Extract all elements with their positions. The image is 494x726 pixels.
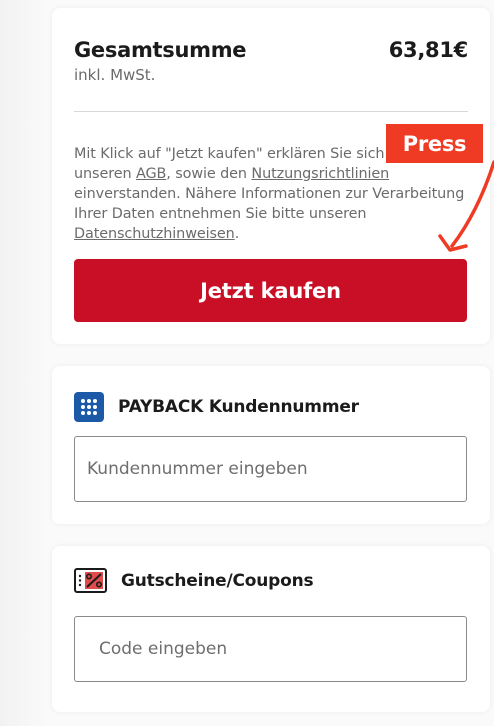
coupon-title: Gutscheine/Coupons (121, 570, 314, 591)
legal-text: . (234, 226, 240, 242)
order-total-card: Gesamtsumme 63,81€ inkl. MwSt. Mit Klick… (52, 8, 490, 344)
buy-now-button[interactable]: Jetzt kaufen (74, 259, 467, 322)
divider (74, 111, 468, 112)
coupon-card: Gutscheine/Coupons (52, 546, 490, 712)
legal-text: einverstanden. Nähere Informationen zur … (74, 186, 465, 222)
total-amount: 63,81€ (388, 38, 469, 62)
press-annotation-label: Press (386, 124, 483, 163)
payback-header: PAYBACK Kundennummer (74, 392, 359, 422)
coupon-header: Gutscheine/Coupons (74, 568, 314, 593)
coupon-percent-icon (74, 568, 107, 593)
terms-of-use-link[interactable]: Nutzungsrichtlinien (251, 166, 389, 182)
coupon-code-input[interactable] (74, 616, 467, 682)
agb-link[interactable]: AGB (136, 166, 166, 182)
payback-title: PAYBACK Kundennummer (118, 397, 359, 417)
checkout-summary-page: Gesamtsumme 63,81€ inkl. MwSt. Mit Klick… (0, 0, 494, 726)
payback-card: PAYBACK Kundennummer (52, 366, 490, 524)
total-label: Gesamtsumme (74, 38, 247, 62)
privacy-link[interactable]: Datenschutzhinweisen (74, 226, 235, 242)
payback-number-input[interactable] (74, 436, 467, 502)
vat-note: inkl. MwSt. (74, 66, 156, 84)
total-row: Gesamtsumme 63,81€ (74, 38, 468, 62)
legal-text: , sowie den (166, 166, 252, 182)
payback-grid-icon (74, 392, 104, 422)
